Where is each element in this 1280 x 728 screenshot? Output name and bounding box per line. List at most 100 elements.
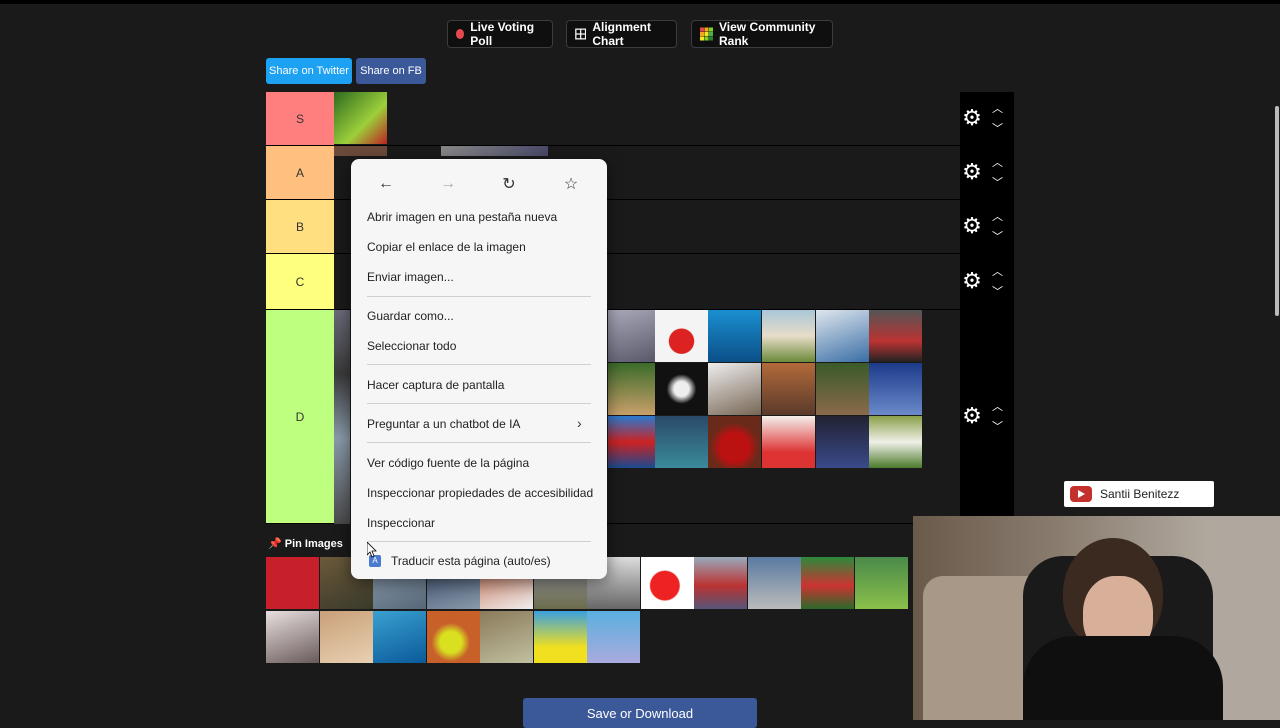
tier-image[interactable] <box>608 363 661 415</box>
tier-image[interactable] <box>655 310 708 362</box>
tier-image[interactable] <box>869 416 922 468</box>
live-voting-poll-button[interactable]: Live Voting Poll <box>447 20 553 48</box>
menu-item-view-source[interactable]: Ver código fuente de la página <box>367 456 529 470</box>
pin-image[interactable] <box>641 557 694 609</box>
pin-image[interactable] <box>427 611 480 663</box>
alignment-chart-label: Alignment Chart <box>592 20 652 48</box>
tier-image[interactable] <box>762 310 815 362</box>
tier-image[interactable] <box>708 310 761 362</box>
pin-image[interactable] <box>587 611 640 663</box>
gear-icon[interactable]: ⚙ <box>962 270 982 292</box>
pin-image[interactable] <box>320 611 373 663</box>
chevron-up-icon[interactable]: ︿ <box>992 208 1003 224</box>
chevron-down-icon[interactable]: ﹀ <box>992 228 1003 244</box>
streamer-name: Santii Benitezz <box>1100 487 1180 501</box>
tier-image[interactable] <box>762 363 815 415</box>
grid-icon <box>575 28 587 40</box>
webcam-person-body <box>1023 636 1223 720</box>
pin-image[interactable] <box>748 557 801 609</box>
view-community-rank-button[interactable]: View Community Rank <box>691 20 833 48</box>
tier-image[interactable] <box>869 310 922 362</box>
live-voting-label: Live Voting Poll <box>470 20 535 48</box>
forward-arrow-icon[interactable]: → <box>433 169 463 199</box>
tier-label-d[interactable]: D <box>266 310 334 523</box>
tier-label-a[interactable]: A <box>266 146 334 199</box>
chevron-up-icon[interactable]: ︿ <box>992 398 1003 414</box>
scrollbar[interactable] <box>1275 106 1279 316</box>
tier-image[interactable] <box>334 146 387 156</box>
tier-image[interactable] <box>334 92 387 144</box>
pin-image[interactable] <box>855 557 908 609</box>
gear-icon[interactable]: ⚙ <box>962 107 982 129</box>
pin-image[interactable] <box>534 611 587 663</box>
tier-image[interactable] <box>608 416 661 468</box>
tier-image[interactable] <box>708 363 761 415</box>
tier-controls: ⚙ ︿ ﹀ <box>960 92 1014 145</box>
gear-icon[interactable]: ⚙ <box>962 405 982 427</box>
menu-item-open-image-new-tab[interactable]: Abrir imagen en una pestaña nueva <box>367 210 557 224</box>
chevron-up-icon[interactable]: ︿ <box>992 100 1003 116</box>
share-fb-label: Share on FB <box>360 65 422 77</box>
menu-separator <box>367 364 591 365</box>
menu-item-send-image[interactable]: Enviar imagen... <box>367 270 454 284</box>
pin-image[interactable] <box>373 611 426 663</box>
tier-image[interactable] <box>708 416 761 468</box>
tier-image[interactable] <box>441 146 548 156</box>
tier-image[interactable] <box>608 310 661 362</box>
tier-label-b[interactable]: B <box>266 200 334 253</box>
save-download-label: Save or Download <box>586 705 694 721</box>
chevron-up-icon[interactable]: ︿ <box>992 154 1003 170</box>
menu-item-translate-page[interactable]: Traducir esta página (auto/es) <box>391 554 551 568</box>
pin-image[interactable] <box>266 611 319 663</box>
gear-icon[interactable]: ⚙ <box>962 215 982 237</box>
bookmark-star-icon[interactable]: ☆ <box>556 169 586 199</box>
mouse-cursor-icon <box>367 542 377 558</box>
streamer-name-badge: Santii Benitezz <box>1064 481 1214 507</box>
chevron-down-icon[interactable]: ﹀ <box>992 120 1003 136</box>
tier-image[interactable] <box>816 310 869 362</box>
menu-item-screenshot[interactable]: Hacer captura de pantalla <box>367 378 504 392</box>
tier-row-s: S ⚙ ︿ ﹀ <box>266 92 1014 146</box>
tier-label-c[interactable]: C <box>266 254 334 309</box>
menu-item-ask-ai-chatbot[interactable]: Preguntar a un chatbot de IA <box>367 417 520 431</box>
tier-controls: ⚙ ︿ ﹀ <box>960 146 1014 199</box>
tier-image[interactable] <box>655 363 708 415</box>
tier-image[interactable] <box>869 363 922 415</box>
tier-image[interactable] <box>762 416 815 468</box>
tier-image[interactable] <box>816 416 869 468</box>
chevron-right-icon: › <box>577 415 582 431</box>
chevron-down-icon[interactable]: ﹀ <box>992 283 1003 299</box>
menu-separator <box>367 541 591 542</box>
alignment-chart-button[interactable]: Alignment Chart <box>566 20 677 48</box>
pin-image[interactable] <box>801 557 854 609</box>
community-rank-label: View Community Rank <box>719 20 816 48</box>
tier-image[interactable] <box>334 310 350 524</box>
menu-separator <box>367 296 591 297</box>
gear-icon[interactable]: ⚙ <box>962 161 982 183</box>
live-dot-icon <box>456 29 465 39</box>
menu-item-inspect-accessibility[interactable]: Inspeccionar propiedades de accesibilida… <box>367 486 593 500</box>
chevron-down-icon[interactable]: ﹀ <box>992 418 1003 434</box>
tier-controls: ⚙ ︿ ﹀ <box>960 200 1014 253</box>
reload-icon[interactable]: ↻ <box>494 169 524 199</box>
menu-item-save-as[interactable]: Guardar como... <box>367 309 454 323</box>
tier-label-s[interactable]: S <box>266 92 334 145</box>
pin-image[interactable] <box>266 557 319 609</box>
webcam-feed <box>913 516 1280 720</box>
menu-item-inspect[interactable]: Inspeccionar <box>367 516 435 530</box>
share-fb-button[interactable]: Share on FB <box>356 58 426 84</box>
save-download-button[interactable]: Save or Download <box>523 698 757 728</box>
menu-item-copy-image-link[interactable]: Copiar el enlace de la imagen <box>367 240 526 254</box>
tier-image[interactable] <box>655 416 708 468</box>
share-twitter-button[interactable]: Share on Twitter <box>266 58 352 84</box>
pin-image[interactable] <box>694 557 747 609</box>
share-twitter-label: Share on Twitter <box>269 65 349 77</box>
youtube-icon <box>1070 486 1092 502</box>
back-arrow-icon[interactable]: ← <box>371 169 401 199</box>
chevron-down-icon[interactable]: ﹀ <box>992 174 1003 190</box>
context-menu: ← → ↻ ☆ Abrir imagen en una pestaña nuev… <box>351 159 607 579</box>
chevron-up-icon[interactable]: ︿ <box>992 263 1003 279</box>
pin-image[interactable] <box>480 611 533 663</box>
menu-item-select-all[interactable]: Seleccionar todo <box>367 339 456 353</box>
tier-image[interactable] <box>816 363 869 415</box>
